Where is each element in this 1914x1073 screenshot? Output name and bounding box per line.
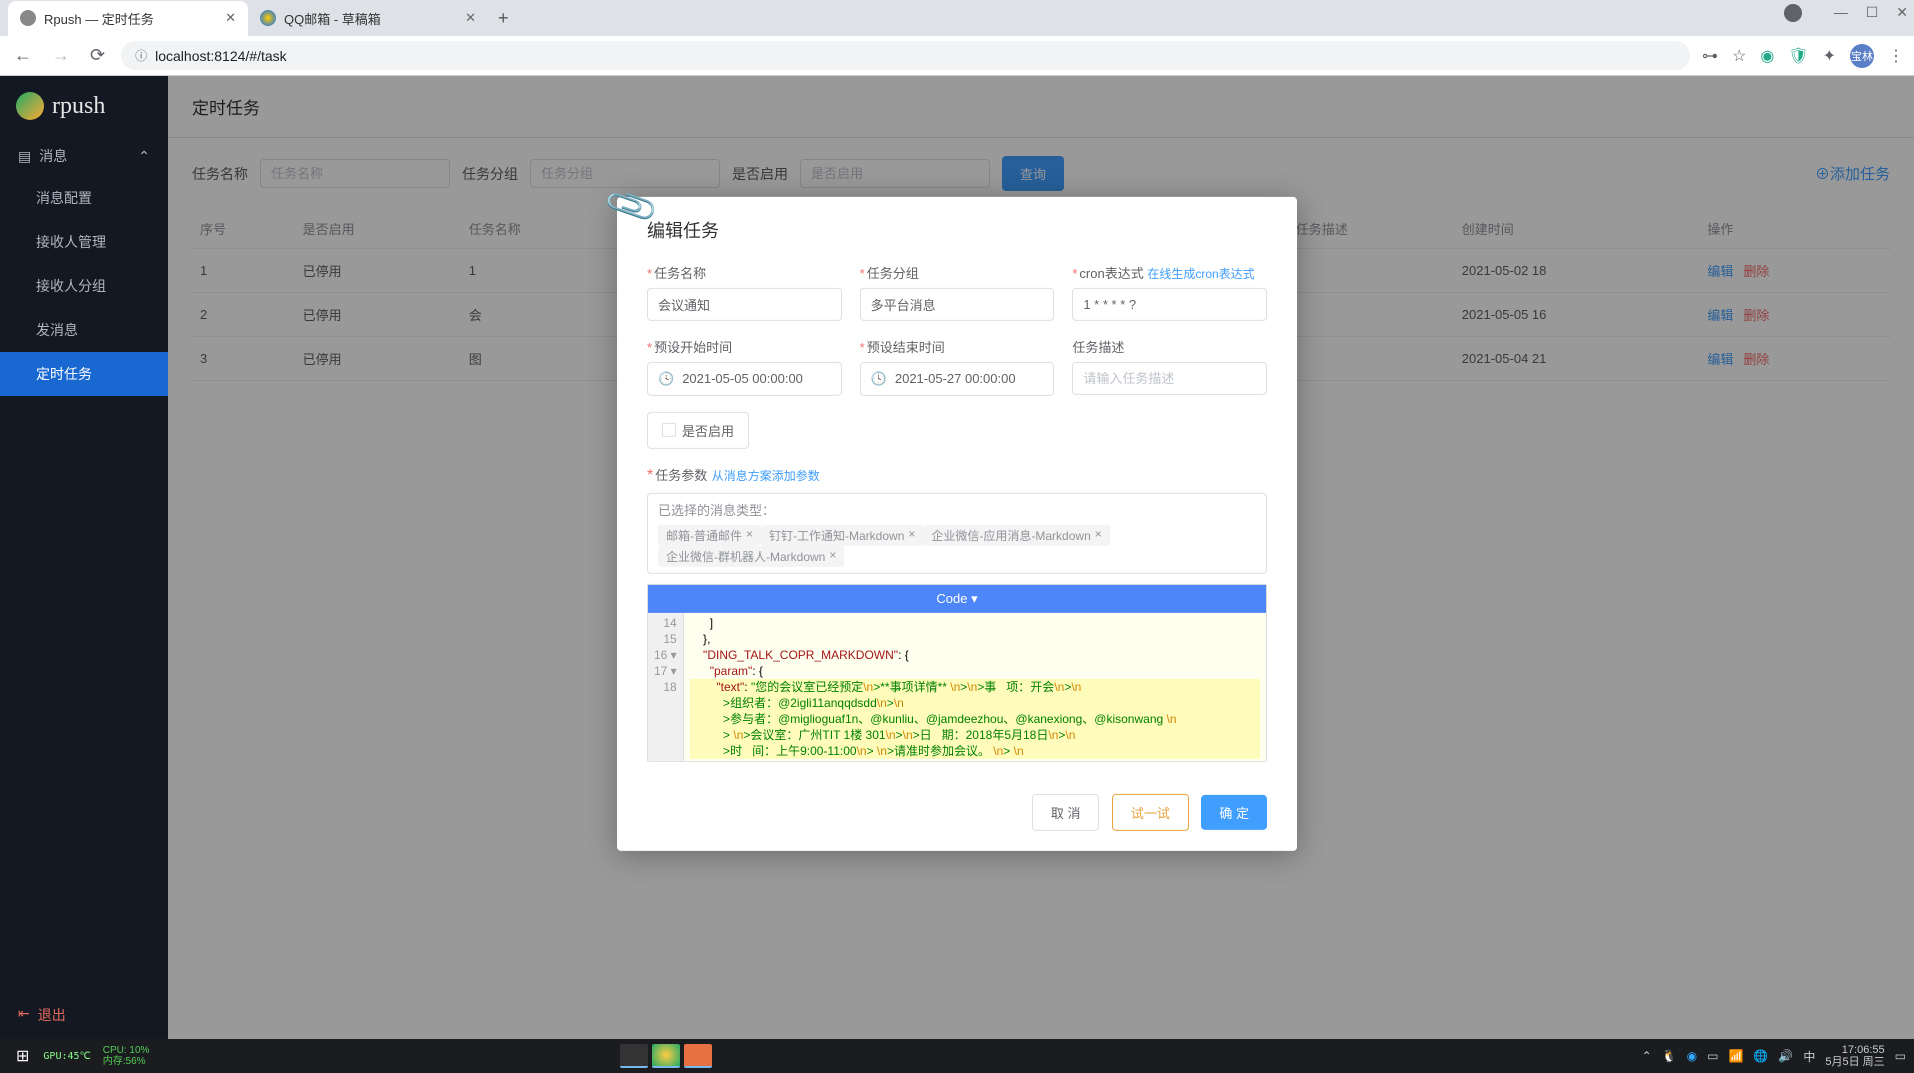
- taskbar-app-icon[interactable]: [684, 1044, 712, 1068]
- windows-taskbar: ⊞ GPU:45℃ CPU: 10%内存:56% ⌃ 🐧 ◉ ▭ 📶 🌐 🔊 中…: [0, 1039, 1914, 1073]
- start-label: 预设开始时间: [654, 339, 732, 354]
- message-type-tag: 企业微信-应用消息-Markdown ×: [923, 524, 1109, 545]
- tab-close-icon[interactable]: ✕: [465, 10, 476, 26]
- info-icon: ⓘ: [135, 47, 147, 64]
- forward-button[interactable]: →: [48, 41, 74, 70]
- tray-icon[interactable]: ◉: [1687, 1049, 1697, 1063]
- taskbar-app-icon[interactable]: [652, 1044, 680, 1068]
- end-label: 预设结束时间: [867, 339, 945, 354]
- cron-input[interactable]: [1072, 287, 1267, 320]
- tray-icon[interactable]: 🐧: [1662, 1049, 1677, 1063]
- sidebar: rpush ▤ 消息 ⌃ 消息配置 接收人管理 接收人分组 发消息 定时任务 ⇤…: [0, 76, 168, 1039]
- clock-icon: 🕓: [871, 370, 887, 386]
- message-type-tag: 邮箱-普通邮件 ×: [658, 524, 761, 545]
- url-text: localhost:8124/#/task: [155, 48, 287, 64]
- logout-icon: ⇤: [18, 1005, 30, 1025]
- tag-remove-icon[interactable]: ×: [829, 547, 836, 564]
- back-button[interactable]: ←: [10, 41, 36, 70]
- end-date-input[interactable]: 🕓2021-05-27 00:00:00: [860, 361, 1055, 395]
- sidebar-item-send[interactable]: 发消息: [0, 308, 168, 352]
- desc-input[interactable]: [1072, 361, 1267, 394]
- tags-prefix: 已选择的消息类型：: [658, 499, 775, 518]
- try-button[interactable]: 试一试: [1112, 793, 1189, 830]
- code-content[interactable]: ] }, "DING_TALK_COPR_MARKDOWN": { "param…: [684, 612, 1266, 760]
- code-gutter: 141516 ▾17 ▾18: [648, 612, 684, 760]
- url-input[interactable]: ⓘ localhost:8124/#/task: [121, 41, 1690, 70]
- tab-title: QQ邮箱 - 草稿箱: [284, 9, 381, 28]
- params-label: 任务参数: [655, 467, 707, 482]
- tray-network-icon[interactable]: 🌐: [1753, 1049, 1768, 1063]
- sidebar-item-receivers[interactable]: 接收人管理: [0, 220, 168, 264]
- extension-icon[interactable]: ◉: [1760, 46, 1774, 66]
- extensions-icon[interactable]: ✦: [1823, 46, 1836, 66]
- start-date-input[interactable]: 🕓2021-05-05 00:00:00: [647, 361, 842, 395]
- logo-text: rpush: [52, 93, 105, 120]
- menu-icon[interactable]: ⋮: [1888, 46, 1904, 66]
- desc-label: 任务描述: [1072, 336, 1267, 355]
- tag-remove-icon[interactable]: ×: [746, 526, 753, 543]
- browser-chrome: — ☐ ✕ Rpush — 定时任务 ✕ QQ邮箱 - 草稿箱 ✕ + ← → …: [0, 0, 1914, 76]
- tray-icon[interactable]: ▭: [1707, 1049, 1718, 1063]
- star-icon[interactable]: ☆: [1732, 46, 1746, 66]
- browser-tab-active[interactable]: Rpush — 定时任务 ✕: [8, 1, 248, 36]
- tray-icon[interactable]: 📶: [1728, 1049, 1743, 1063]
- tray-chevron-icon[interactable]: ⌃: [1642, 1049, 1652, 1063]
- tray-notifications-icon[interactable]: ▭: [1895, 1049, 1906, 1063]
- browser-tab[interactable]: QQ邮箱 - 草稿箱 ✕: [248, 1, 488, 36]
- favicon-icon: [20, 10, 36, 26]
- profile-avatar[interactable]: 宝林: [1850, 44, 1874, 68]
- confirm-button[interactable]: 确 定: [1201, 794, 1267, 829]
- minimize-button[interactable]: —: [1834, 4, 1848, 22]
- key-icon[interactable]: ⊶: [1702, 46, 1718, 66]
- tray-ime[interactable]: 中: [1803, 1048, 1815, 1065]
- tab-title: Rpush — 定时任务: [44, 9, 154, 28]
- message-type-tag: 企业微信-群机器人-Markdown ×: [658, 545, 844, 566]
- incognito-icon: [1784, 4, 1802, 22]
- cpu-mem-info: CPU: 10%内存:56%: [97, 1045, 156, 1067]
- sidebar-item-groups[interactable]: 接收人分组: [0, 264, 168, 308]
- ublock-icon[interactable]: 🛡: [1788, 46, 1808, 66]
- cron-label: cron表达式: [1079, 265, 1143, 280]
- checkbox-icon: [662, 423, 676, 437]
- new-tab-button[interactable]: +: [488, 8, 519, 29]
- start-button[interactable]: ⊞: [8, 1046, 37, 1066]
- name-input[interactable]: [647, 287, 842, 320]
- logout-button[interactable]: ⇤ 退出: [0, 991, 168, 1039]
- tray-volume-icon[interactable]: 🔊: [1778, 1049, 1793, 1063]
- tab-close-icon[interactable]: ✕: [225, 10, 236, 26]
- tray-clock[interactable]: 17:06:555月5日 周三: [1825, 1044, 1884, 1068]
- logo: rpush: [0, 76, 168, 136]
- document-icon: ▤: [18, 148, 31, 165]
- tag-remove-icon[interactable]: ×: [908, 526, 915, 543]
- clock-icon: 🕓: [658, 370, 674, 386]
- modal-title: 编辑任务: [647, 220, 719, 240]
- name-label: 任务名称: [654, 265, 706, 280]
- gpu-info: GPU:45℃: [37, 1051, 96, 1062]
- sidebar-item-config[interactable]: 消息配置: [0, 176, 168, 220]
- cron-help-link[interactable]: 在线生成cron表达式: [1147, 266, 1254, 280]
- chevron-up-icon: ⌃: [138, 148, 150, 165]
- maximize-button[interactable]: ☐: [1866, 4, 1879, 22]
- nav-group-messages[interactable]: ▤ 消息 ⌃: [0, 136, 168, 176]
- tag-remove-icon[interactable]: ×: [1095, 526, 1102, 543]
- tab-strip: Rpush — 定时任务 ✕ QQ邮箱 - 草稿箱 ✕ +: [0, 0, 1914, 36]
- cancel-button[interactable]: 取 消: [1032, 793, 1100, 830]
- close-window-button[interactable]: ✕: [1896, 4, 1908, 22]
- taskbar-app-icon[interactable]: [620, 1044, 648, 1068]
- address-bar: ← → ⟳ ⓘ localhost:8124/#/task ⊶ ☆ ◉ 🛡 ✦ …: [0, 36, 1914, 76]
- reload-button[interactable]: ⟳: [86, 41, 109, 70]
- group-input[interactable]: [860, 287, 1055, 320]
- message-type-tags: 已选择的消息类型： 邮箱-普通邮件 ×钉钉-工作通知-Markdown ×企业微…: [647, 492, 1267, 573]
- code-editor: Code ▾ 141516 ▾17 ▾18 ] }, "DING_TALK_CO…: [647, 583, 1267, 761]
- sidebar-item-tasks[interactable]: 定时任务: [0, 352, 168, 396]
- edit-task-modal: 📎 编辑任务 *任务名称 *任务分组 *cron表达式 在线生成cron表达式 …: [617, 196, 1297, 850]
- message-type-tag: 钉钉-工作通知-Markdown ×: [761, 524, 923, 545]
- add-params-link[interactable]: 从消息方案添加参数: [712, 468, 820, 482]
- favicon-icon: [260, 10, 276, 26]
- group-label: 任务分组: [867, 265, 919, 280]
- code-dropdown[interactable]: Code ▾: [648, 584, 1266, 612]
- logo-icon: [16, 92, 44, 120]
- enable-checkbox[interactable]: 是否启用: [647, 411, 749, 448]
